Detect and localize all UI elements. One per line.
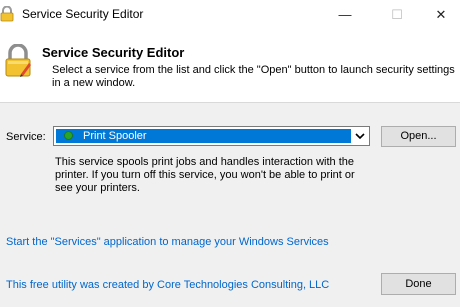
chevron-down-icon[interactable] [352,128,368,144]
credit-link[interactable]: This free utility was created by Core Te… [6,279,329,291]
maximize-button[interactable]: ☐ [374,0,420,30]
service-select-highlight: Print Spooler [56,129,351,143]
services-app-link[interactable]: Start the "Services" application to mana… [6,236,329,248]
service-selected-value: Print Spooler [83,130,147,142]
title-bar: Service Security Editor — ☐ ✕ [0,0,460,30]
service-select[interactable]: Print Spooler [53,126,370,146]
running-status-icon [64,131,73,140]
window-title: Service Security Editor [22,7,144,21]
lock-icon [0,6,14,22]
header-description: Select a service from the list and click… [52,64,455,89]
done-button[interactable]: Done [381,273,456,295]
header-title: Service Security Editor [42,45,185,60]
header-panel: Service Security Editor Select a service… [0,30,460,103]
service-description: This service spools print jobs and handl… [55,156,355,194]
service-label: Service: [6,131,46,143]
close-button[interactable]: ✕ [418,0,460,30]
minimize-button[interactable]: — [322,0,368,30]
open-button[interactable]: Open... [381,126,456,147]
lock-edit-icon [5,44,31,77]
